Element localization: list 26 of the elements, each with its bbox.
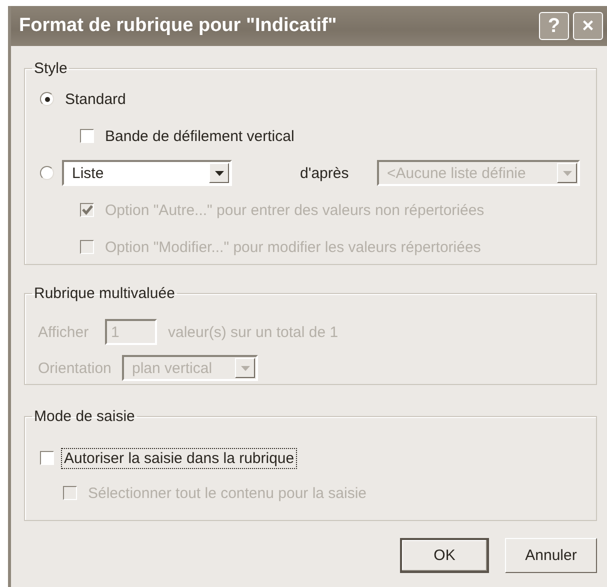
total-text: valeur(s) sur un total de 1: [168, 324, 338, 340]
show-label: Afficher: [38, 324, 90, 340]
orientation-label: Orientation: [38, 360, 112, 376]
group-label: Style: [33, 60, 68, 77]
checkbox[interactable]: [40, 451, 54, 465]
checkbox-label: Option "Autre..." pour entrer des valeurs non répertoriées: [104, 200, 486, 220]
group-label: Mode de saisie: [33, 408, 136, 425]
radio-label: Standard: [64, 90, 127, 108]
close-button[interactable]: ×: [573, 12, 603, 40]
source-label: d'après: [300, 164, 350, 182]
help-button[interactable]: ?: [539, 12, 569, 40]
checkbox-label: Bande de défilement vertical: [104, 126, 296, 146]
caret-icon: [562, 170, 572, 176]
cancel-button[interactable]: Annuler: [505, 538, 597, 573]
checkbox-label: Option "Modifier..." pour modifier les valeurs répertoriées: [104, 238, 482, 256]
caret-icon: [240, 366, 250, 370]
ok-button[interactable]: OK: [400, 538, 489, 573]
group-label: Rubrique multivaluée: [33, 285, 176, 302]
radio-button[interactable]: [40, 92, 54, 106]
dropdown[interactable]: Liste: [62, 160, 232, 186]
checkbox-label: Sélectionner tout le contenu pour la saisie: [87, 484, 368, 502]
checkbox[interactable]: [80, 129, 94, 143]
caret-icon: [214, 170, 224, 176]
checkbox-label: Autoriser la saisie dans la rubrique: [62, 448, 296, 468]
radio-button[interactable]: [40, 166, 54, 180]
window-title: Format de rubrique pour "Indicatif": [19, 15, 338, 37]
